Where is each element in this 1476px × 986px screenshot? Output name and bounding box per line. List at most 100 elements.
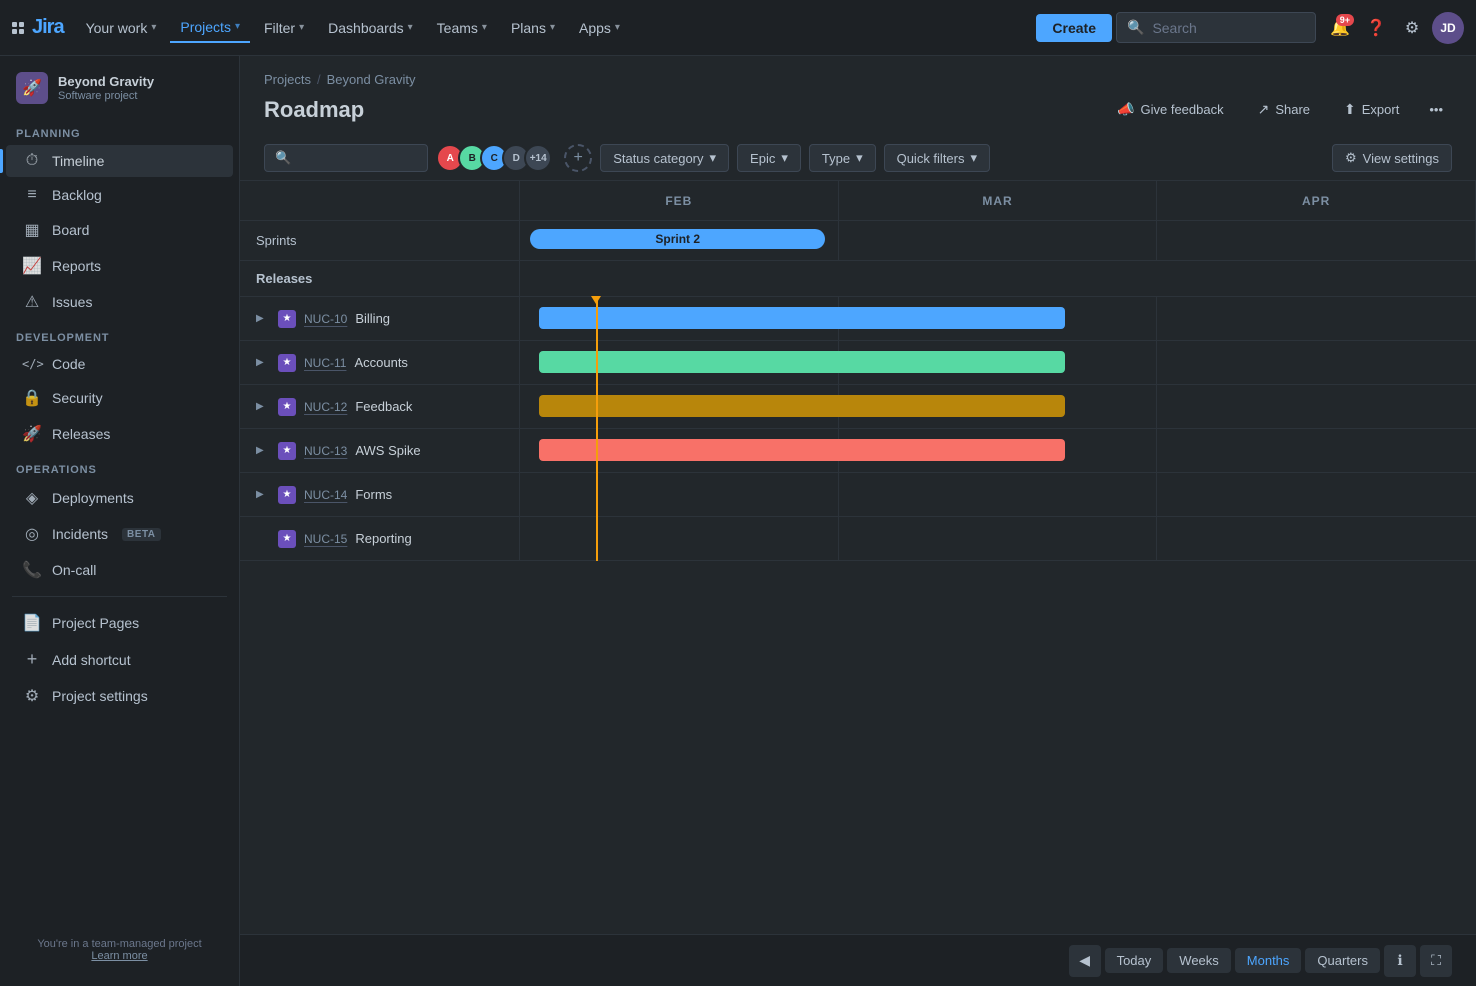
task-name: Forms (355, 487, 392, 502)
task-type-icon: ★ (278, 486, 296, 504)
notifications-button[interactable]: 🔔 9+ (1324, 12, 1356, 44)
add-assignee-button[interactable]: + (564, 144, 592, 172)
sidebar-item-code[interactable]: </> Code (6, 349, 233, 379)
nav-projects[interactable]: Projects ▾ (170, 13, 250, 43)
task-row[interactable]: ▶★NUC-11Accounts (240, 341, 520, 385)
search-input[interactable] (1152, 20, 1305, 36)
sidebar-item-deployments[interactable]: ◈ Deployments (6, 481, 233, 515)
avatar-more[interactable]: +14 (524, 144, 552, 172)
expand-icon[interactable]: ▶ (256, 445, 270, 456)
weeks-button[interactable]: Weeks (1167, 948, 1231, 973)
sidebar-item-reports[interactable]: 📈 Reports (6, 249, 233, 283)
expand-icon[interactable]: ▶ (256, 489, 270, 500)
give-feedback-button[interactable]: 📣 Give feedback (1104, 95, 1237, 124)
bottom-bar: ◀ Today Weeks Months Quarters ℹ ⛶ (240, 934, 1476, 986)
sidebar-item-security[interactable]: 🔒 Security (6, 381, 233, 415)
nav-plans[interactable]: Plans ▾ (501, 14, 565, 42)
task-row[interactable]: ★NUC-15Reporting (240, 517, 520, 561)
releases-icon: 🚀 (22, 424, 42, 444)
roadmap-header: FEB MAR APR (240, 181, 1476, 221)
view-settings-button[interactable]: ⚙ View settings (1332, 144, 1452, 172)
type-filter[interactable]: Type ▾ (809, 144, 876, 172)
expand-icon[interactable]: ▶ (256, 401, 270, 412)
task-type-icon: ★ (278, 310, 296, 328)
sidebar-item-incidents[interactable]: ◎ Incidents BETA (6, 517, 233, 551)
month-col-3 (1157, 341, 1476, 384)
navigate-left-button[interactable]: ◀ (1069, 945, 1101, 977)
fullscreen-button[interactable]: ⛶ (1420, 945, 1452, 977)
chevron-down-icon: ▾ (781, 150, 788, 166)
quarters-button[interactable]: Quarters (1305, 948, 1380, 973)
sidebar-item-add-shortcut[interactable]: + Add shortcut (6, 642, 233, 677)
nav-teams[interactable]: Teams ▾ (427, 14, 497, 42)
task-bar[interactable] (539, 395, 1065, 417)
sidebar-item-issues[interactable]: ⚠ Issues (6, 285, 233, 319)
expand-icon[interactable]: ▶ (256, 313, 270, 324)
settings-button[interactable]: ⚙ (1396, 12, 1428, 44)
share-button[interactable]: ↗ Share (1245, 95, 1323, 124)
info-button[interactable]: ℹ (1384, 945, 1416, 977)
feedback-icon: 📣 (1117, 101, 1134, 118)
task-bar[interactable] (539, 351, 1065, 373)
sidebar-item-timeline[interactable]: ⏱ Timeline (6, 145, 233, 177)
releases-label: Releases (240, 261, 520, 297)
nav-logo[interactable]: Jira (12, 16, 64, 39)
expand-icon[interactable]: ▶ (256, 357, 270, 368)
status-category-filter[interactable]: Status category ▾ (600, 144, 729, 172)
more-options-button[interactable]: ••• (1420, 96, 1452, 123)
task-row[interactable]: ▶★NUC-13AWS Spike (240, 429, 520, 473)
month-col-2 (839, 517, 1158, 560)
task-row[interactable]: ▶★NUC-12Feedback (240, 385, 520, 429)
project-icon: 🚀 (16, 72, 48, 104)
task-bar[interactable] (539, 439, 1065, 461)
nav-your-work[interactable]: Your work ▾ (76, 14, 167, 42)
nav-filter[interactable]: Filter ▾ (254, 14, 314, 42)
export-button[interactable]: ⬆ Export (1331, 95, 1412, 124)
sprint-bar[interactable]: Sprint 2 (530, 229, 825, 249)
today-button[interactable]: Today (1105, 948, 1164, 973)
task-type-icon: ★ (278, 398, 296, 416)
grid-icon[interactable] (12, 22, 24, 34)
toolbar-search-icon: 🔍 (275, 150, 291, 166)
user-avatar[interactable]: JD (1432, 12, 1464, 44)
task-type-icon: ★ (278, 530, 296, 548)
breadcrumb-beyond-gravity[interactable]: Beyond Gravity (327, 72, 416, 87)
breadcrumb-projects[interactable]: Projects (264, 72, 311, 87)
sidebar-item-backlog[interactable]: ≡ Backlog (6, 179, 233, 211)
epic-filter[interactable]: Epic ▾ (737, 144, 801, 172)
toolbar-search-input[interactable] (297, 151, 417, 166)
help-button[interactable]: ❓ (1360, 12, 1392, 44)
sidebar-item-label: Add shortcut (52, 652, 131, 668)
quick-filters-button[interactable]: Quick filters ▾ (884, 144, 990, 172)
project-header: 🚀 Beyond Gravity Software project (0, 56, 239, 116)
jira-logo: Jira (32, 16, 64, 39)
sidebar-item-label: Code (52, 356, 85, 372)
beta-badge: BETA (122, 528, 160, 541)
months-button[interactable]: Months (1235, 948, 1302, 973)
create-button[interactable]: Create (1036, 14, 1112, 42)
nav-apps[interactable]: Apps ▾ (569, 14, 630, 42)
sidebar-item-releases[interactable]: 🚀 Releases (6, 417, 233, 451)
sidebar-item-board[interactable]: ▦ Board (6, 213, 233, 247)
settings-icon: ⚙ (22, 686, 42, 706)
project-type: Software project (58, 90, 154, 102)
page-header: Roadmap 📣 Give feedback ↗ Share ⬆ Export… (240, 91, 1476, 136)
month-col-3 (1157, 517, 1476, 560)
learn-more-link[interactable]: Learn more (91, 950, 147, 962)
month-col-3 (1157, 429, 1476, 472)
search-box[interactable]: 🔍 (1116, 12, 1316, 43)
toolbar-search[interactable]: 🔍 (264, 144, 428, 172)
sidebar-item-project-settings[interactable]: ⚙ Project settings (6, 679, 233, 713)
task-row[interactable]: ▶★NUC-10Billing (240, 297, 520, 341)
sidebar-item-on-call[interactable]: 📞 On-call (6, 553, 233, 587)
deployments-icon: ◈ (22, 488, 42, 508)
avatar-group: A B C D +14 (436, 144, 552, 172)
notification-badge: 9+ (1336, 14, 1354, 26)
chevron-left-icon: ◀ (1079, 952, 1090, 969)
nav-dashboards[interactable]: Dashboards ▾ (318, 14, 423, 42)
sidebar-item-project-pages[interactable]: 📄 Project Pages (6, 606, 233, 640)
chevron-icon: ▾ (550, 22, 555, 33)
task-bar[interactable] (539, 307, 1065, 329)
sidebar-item-label: Board (52, 222, 89, 238)
task-row[interactable]: ▶★NUC-14Forms (240, 473, 520, 517)
